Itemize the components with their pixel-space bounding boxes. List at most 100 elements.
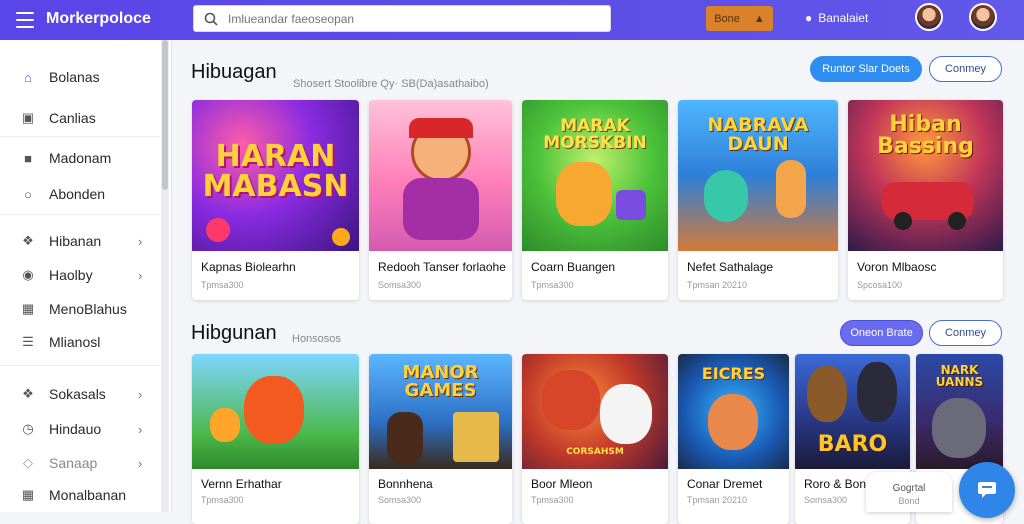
game-thumbnail: CORSAHSM [522, 354, 668, 469]
game-art-title: NARK UANNS [935, 363, 984, 389]
game-thumbnail: NARK UANNS [916, 354, 1003, 469]
game-art-title: MANOR GAMES [402, 362, 479, 401]
game-card-title: Coarn Buangen [531, 260, 616, 274]
sidebar-item-bolanas[interactable]: ⌂ Bolanas [0, 65, 160, 89]
puzzle-icon: ❖ [22, 386, 34, 401]
game-card[interactable]: Hiban Bassing Voron Mlbaosc Spcosa100 [848, 100, 1003, 300]
sidebar-item-canlias[interactable]: ▣ Canlias [0, 106, 160, 130]
top-action-button[interactable]: Bone ▲ [706, 6, 773, 31]
camera-icon: ◉ [22, 267, 34, 282]
game-card-meta: Somsa300 [378, 280, 422, 290]
game-card-meta: Tpmsa300 [201, 280, 244, 290]
sidebar-item-label: Haolby [49, 267, 93, 283]
game-card[interactable]: NABRAVA DAUN Nefet Sathalage Tpmsan 2021… [678, 100, 838, 300]
game-card[interactable]: Redooh Tanser forlaohe Somsa300 [369, 100, 512, 300]
game-card-meta: Spcosa100 [857, 280, 903, 290]
game-art-title: MARAK MORSKBIN [543, 116, 647, 153]
avatar[interactable] [915, 3, 943, 31]
sidebar-item-label: Sanaap [49, 455, 98, 471]
sidebar-item-mlianosl[interactable]: ☰ Mlianosl [0, 330, 160, 354]
sidebar-item-madonam[interactable]: ■ Madonam [0, 146, 160, 170]
game-thumbnail: EICRES [678, 354, 789, 469]
section-outline-button[interactable]: Conmey [929, 320, 1002, 346]
grid-icon: ▦ [21, 487, 35, 502]
game-art-title: EICRES [701, 364, 766, 383]
chevron-right-icon: › [138, 233, 143, 249]
home-icon: ⌂ [24, 69, 32, 85]
sidebar-item-monalbanan[interactable]: ▦ Monalbanan [0, 483, 160, 507]
menu-icon[interactable] [16, 12, 34, 28]
brand-logo[interactable]: Morkerpoloce [46, 10, 151, 28]
game-thumbnail: MARAK MORSKBIN [522, 100, 668, 251]
chevron-right-icon: › [138, 421, 143, 437]
avatar[interactable] [969, 3, 997, 31]
chat-button[interactable] [959, 462, 1015, 518]
game-card[interactable]: MANOR GAMES Bonnhena Somsa300 [369, 354, 512, 524]
section-primary-button[interactable]: Oneon Brate [840, 320, 923, 346]
game-card[interactable]: MARAK MORSKBIN Coarn Buangen Tpmsa300 [522, 100, 668, 300]
sidebar-item-label: Monalbanan [49, 487, 127, 503]
game-thumbnail: HARAN MABASN [192, 100, 359, 251]
sidebar-item-menoblahus[interactable]: ▦ MenoBlahus [0, 297, 160, 321]
top-action-label: Bone [714, 12, 740, 25]
list-icon: ☰ [22, 334, 34, 349]
game-art-title: CORSAHSM [566, 447, 624, 457]
game-card-meta: Tpmsan 20210 [687, 495, 748, 505]
sidebar-divider [0, 365, 160, 366]
sidebar-scroll-thumb[interactable] [162, 40, 168, 190]
sidebar-item-label: Mlianosl [49, 334, 101, 350]
section-subtitle: Shosert Stoolibre Qy· SB(Da)asathaibo) [293, 78, 489, 90]
sidebar-item-sokasals[interactable]: ❖ Sokasals › [0, 382, 160, 406]
chevron-right-icon: › [138, 386, 143, 402]
game-card[interactable]: EICRES Conar Dremet Tpmsan 20210 [678, 354, 789, 524]
bag-icon: ■ [24, 150, 32, 166]
game-card-meta: Somsa300 [378, 495, 422, 505]
box-icon: ▣ [21, 110, 35, 125]
section-title: Hibuagan [191, 61, 277, 83]
sidebar-item-label: Bolanas [49, 69, 100, 85]
game-card-title: Bonnhena [378, 477, 433, 491]
game-card[interactable]: CORSAHSM Boor Mleon Tpmsa300 [522, 354, 668, 524]
game-card-meta: Tpmsa300 [201, 495, 244, 505]
game-card-meta: Tpmsa300 [531, 280, 574, 290]
chat-popover[interactable]: Gogrtal Bond [866, 472, 952, 512]
game-card-meta: Tpmsan 20210 [687, 280, 748, 290]
game-thumbnail [369, 100, 512, 251]
sidebar: ⌂ Bolanas ▣ Canlias ■ Madonam ○ Abonden … [0, 40, 172, 512]
game-card[interactable]: Vernn Erhathar Tpmsa300 [192, 354, 359, 524]
game-thumbnail: BARO [795, 354, 910, 469]
section-primary-button[interactable]: Runtor Slar Doets [810, 56, 922, 82]
user-icon: ● [805, 11, 813, 25]
search-input[interactable] [228, 11, 588, 26]
sidebar-item-label: Hibanan [49, 233, 102, 249]
game-card-title: Roro & Bone [804, 477, 873, 491]
game-art-title: NABRAVA DAUN [707, 114, 809, 155]
grid-icon: ▦ [21, 301, 35, 316]
game-thumbnail [192, 354, 359, 469]
game-card-title: Boor Mleon [531, 477, 593, 491]
search-box[interactable] [193, 5, 611, 32]
section-subtitle: Honsosos [292, 333, 341, 345]
top-bar: Morkerpoloce Bone ▲ ● Banalaiet [0, 0, 1024, 40]
game-card[interactable]: HARAN MABASN Kapnas Biolearhn Tpmsa300 [192, 100, 359, 300]
top-user-label: Banalaiet [818, 11, 869, 25]
section-outline-button[interactable]: Conmey [929, 56, 1002, 82]
sidebar-item-hibanan[interactable]: ❖ Hibanan › [0, 229, 160, 253]
circle-icon: ○ [24, 186, 32, 202]
sidebar-divider [0, 214, 160, 215]
sidebar-item-sanaap[interactable]: ◇ Sanaap › [0, 451, 160, 475]
bell-icon: ▲ [753, 12, 765, 25]
chevron-right-icon: › [138, 267, 143, 283]
sidebar-item-abonden[interactable]: ○ Abonden [0, 182, 160, 206]
top-user-link[interactable]: ● Banalaiet [805, 11, 868, 25]
search-icon [204, 12, 218, 26]
chat-icon [978, 482, 996, 498]
sidebar-item-label: Hindauo [49, 421, 102, 437]
game-card-title: Kapnas Biolearhn [201, 260, 296, 274]
sidebar-item-haolby[interactable]: ◉ Haolby › [0, 263, 160, 287]
sidebar-divider [0, 136, 160, 137]
game-thumbnail: MANOR GAMES [369, 354, 512, 469]
sidebar-item-hindauo[interactable]: ◷ Hindauo › [0, 417, 160, 441]
chat-popover-sub: Bond [898, 496, 920, 506]
sidebar-item-label: Madonam [49, 150, 112, 166]
